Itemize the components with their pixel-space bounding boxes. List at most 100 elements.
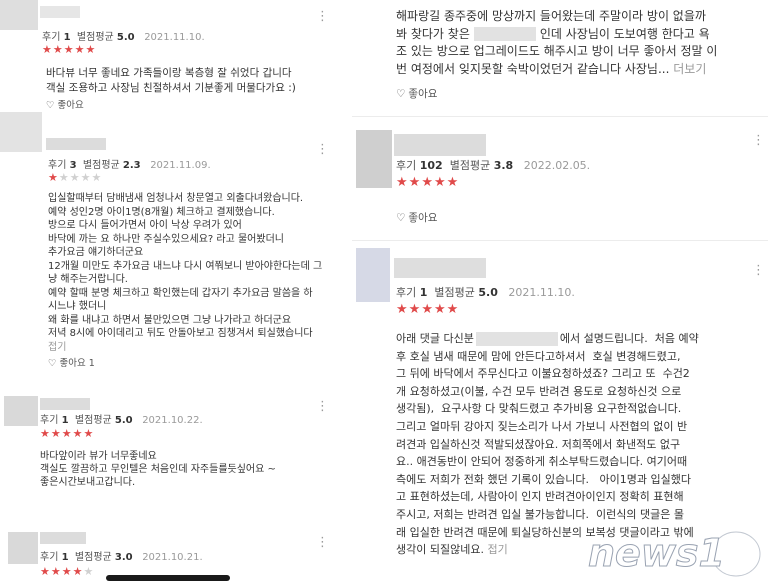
redacted-text <box>473 27 536 41</box>
review-count: 1 <box>63 32 71 43</box>
divider <box>352 116 768 117</box>
like-button[interactable]: ♡ 좋아요 <box>396 210 437 225</box>
watermark-graphic: news1 <box>588 528 764 580</box>
star-rating: ★★★★★ <box>40 427 94 440</box>
review-line: 바다앞이라 뷰가 너무좋네요 <box>40 451 157 462</box>
like-label: 좋아요 1 <box>59 358 95 369</box>
star-icon: ★ <box>40 427 51 440</box>
star-icon: ★ <box>421 175 434 190</box>
star-icon: ★ <box>74 43 86 56</box>
review-line: 객실 조용하고 사장님 친절하셔서 기분좋게 머물다가요 :) <box>46 82 296 94</box>
redacted-text <box>475 332 558 346</box>
star-icon: ★ <box>446 175 460 190</box>
star-icon: ★ <box>61 427 73 440</box>
review-text: 바다앞이라 뷰가 너무좋네요 객실도 깔끔하고 무인텔은 처음인데 자주들를듯싶어… <box>40 450 276 489</box>
star-icon: ★ <box>433 175 447 190</box>
heart-icon: ♡ <box>46 100 55 111</box>
review-line: 그리고 얼마뒤 강아지 짖는소리가 나서 가보니 사전협의 없이 반 <box>396 419 688 433</box>
review-count-prefix: 후기 <box>48 160 67 171</box>
review-card: ⋮ 후기 1 별점평균 5.0 2021.11.10. ★★★★★ 바다뷰 너무… <box>0 0 336 112</box>
like-label: 좋아요 <box>57 100 84 111</box>
average-score: 5.0 <box>114 415 133 426</box>
star-empty-icon: ★ <box>83 565 95 578</box>
review-date: 2021.11.10. <box>144 32 205 43</box>
right-review-panel: 해파랑길 종주중에 망상까지 들어왔는데 주말이라 방이 없을까 봐 찾다가 찾은… <box>352 0 768 587</box>
average-score: 3.0 <box>114 552 133 563</box>
more-options-icon[interactable]: ⋮ <box>752 264 765 277</box>
heart-icon: ♡ <box>48 358 57 369</box>
avatar <box>4 396 38 426</box>
star-icon: ★ <box>408 302 422 317</box>
like-button[interactable]: ♡ 좋아요 <box>46 97 84 111</box>
review-line: 바다뷰 너무 좋네요 가족들이랑 복층형 잘 쉬었다 갑니다 <box>46 67 292 79</box>
score-prefix: 별점평균 <box>74 415 112 426</box>
heart-icon: ♡ <box>396 88 406 100</box>
review-line: 방으로 다시 들어가면서 아이 낙상 우려가 있어 <box>48 220 242 231</box>
divider <box>352 240 768 241</box>
star-rating: ★★★★★ <box>396 175 459 190</box>
star-rating: ★★★★★ <box>396 302 459 317</box>
collapse-link[interactable]: 접기 <box>48 341 322 355</box>
review-line: 예약 성인2명 아이1명(8개월) 체크하고 결제했습니다. <box>48 206 275 218</box>
star-icon: ★ <box>83 427 95 440</box>
avatar <box>0 0 38 30</box>
star-rating: ★★★★★ <box>40 565 94 578</box>
review-text: 해파랑길 종주중에 망상까지 들어왔는데 주말이라 방이 없을까 봐 찾다가 찾은… <box>396 8 717 78</box>
reviewer-name-redacted <box>394 258 486 278</box>
review-card: ⋮ 후기 1 별점평균 5.0 2021.10.22. ★★★★★ 바다앞이라 … <box>0 392 336 514</box>
avatar <box>0 112 42 152</box>
score-prefix: 별점평균 <box>82 160 120 171</box>
reviewer-name-redacted <box>46 138 106 150</box>
star-rating: ★★★★★ <box>48 171 102 184</box>
score-prefix: 별점평균 <box>76 32 114 43</box>
star-empty-icon: ★ <box>69 171 81 184</box>
avatar <box>8 532 38 564</box>
star-icon: ★ <box>50 565 62 578</box>
star-icon: ★ <box>72 565 84 578</box>
average-score: 2.3 <box>122 160 141 171</box>
review-count: 102 <box>419 159 443 172</box>
collapse-link[interactable]: 접기 <box>487 543 507 556</box>
review-count: 1 <box>61 415 69 426</box>
review-line: 후 호실 냄새 때문에 맘에 안든다고하셔서 호실 변경해드렸고, <box>396 349 681 363</box>
review-line: 시느냐 했더니 <box>48 301 107 312</box>
average-score: 5.0 <box>116 32 135 43</box>
review-line: 생각이 되질않네요. <box>396 543 484 557</box>
review-line: 조 있는 방으로 업그레이드도 해주시고 방이 너무 좋아서 정말 이 <box>396 44 718 58</box>
review-count: 3 <box>69 160 77 171</box>
review-count-prefix: 후기 <box>396 159 417 172</box>
star-icon: ★ <box>52 43 64 56</box>
review-meta: 후기 3 별점평균 2.3 2021.11.09. <box>48 156 211 171</box>
star-icon: ★ <box>42 43 53 56</box>
review-count: 1 <box>419 286 428 299</box>
star-icon: ★ <box>446 302 460 317</box>
review-line: 저녁 8시에 아이데리고 뒤도 안돌아보고 짐챙겨서 퇴실했습니다 <box>48 328 313 339</box>
more-options-icon[interactable]: ⋮ <box>316 536 329 549</box>
more-options-icon[interactable]: ⋮ <box>316 143 329 156</box>
reviewer-name-redacted <box>394 134 486 156</box>
star-icon: ★ <box>408 175 422 190</box>
review-meta: 후기 1 별점평균 5.0 2021.11.10. <box>396 284 575 300</box>
review-line: 려견과 입실하신것 적발되셨잖아요. 저희쪽에서 화낸적도 없구 <box>396 437 681 451</box>
review-line: 봐 찾다가 찾은 <box>396 26 470 41</box>
star-empty-icon: ★ <box>91 171 103 184</box>
review-line: 개 요청하셨고(이불, 수건 모두 반려견 용도로 요청하신것 으로 <box>396 384 682 398</box>
review-date: 2021.11.09. <box>150 160 211 171</box>
review-line: 고 표현하셨는데, 사람아이 인지 반려견아이인지 정확히 표현해 <box>396 490 684 504</box>
more-options-icon[interactable]: ⋮ <box>316 10 329 23</box>
like-button[interactable]: ♡ 좋아요 <box>396 86 437 101</box>
more-options-icon[interactable]: ⋮ <box>752 134 765 147</box>
reviewer-name-redacted <box>40 398 90 410</box>
star-icon: ★ <box>421 302 434 317</box>
review-line: 측에도 저희가 전화 했던 기록이 있습니다. 아이1명과 입실했다 <box>396 472 691 486</box>
like-button[interactable]: ♡ 좋아요 1 <box>48 355 95 369</box>
more-options-icon[interactable]: ⋮ <box>316 400 329 413</box>
review-text: 바다뷰 너무 좋네요 가족들이랑 복층형 잘 쉬었다 갑니다객실 조용하고 사장… <box>46 66 296 96</box>
home-indicator[interactable] <box>106 575 230 581</box>
star-icon: ★ <box>396 175 409 190</box>
review-text: 입실할때부터 담배냄새 엄청나서 창문열고 외출다녀왔습니다. 예약 성인2명 아… <box>48 192 322 354</box>
read-more-link[interactable]: 더보기 <box>673 62 706 76</box>
review-line: 왜 화를 내냐고 하면서 불만있으면 그냥 나가라고 하더군요 <box>48 314 292 326</box>
review-card: ⋮ 후기 3 별점평균 2.3 2021.11.09. ★★★★★ 입실할때부터… <box>0 112 336 380</box>
review-date: 2021.11.10. <box>508 286 575 299</box>
